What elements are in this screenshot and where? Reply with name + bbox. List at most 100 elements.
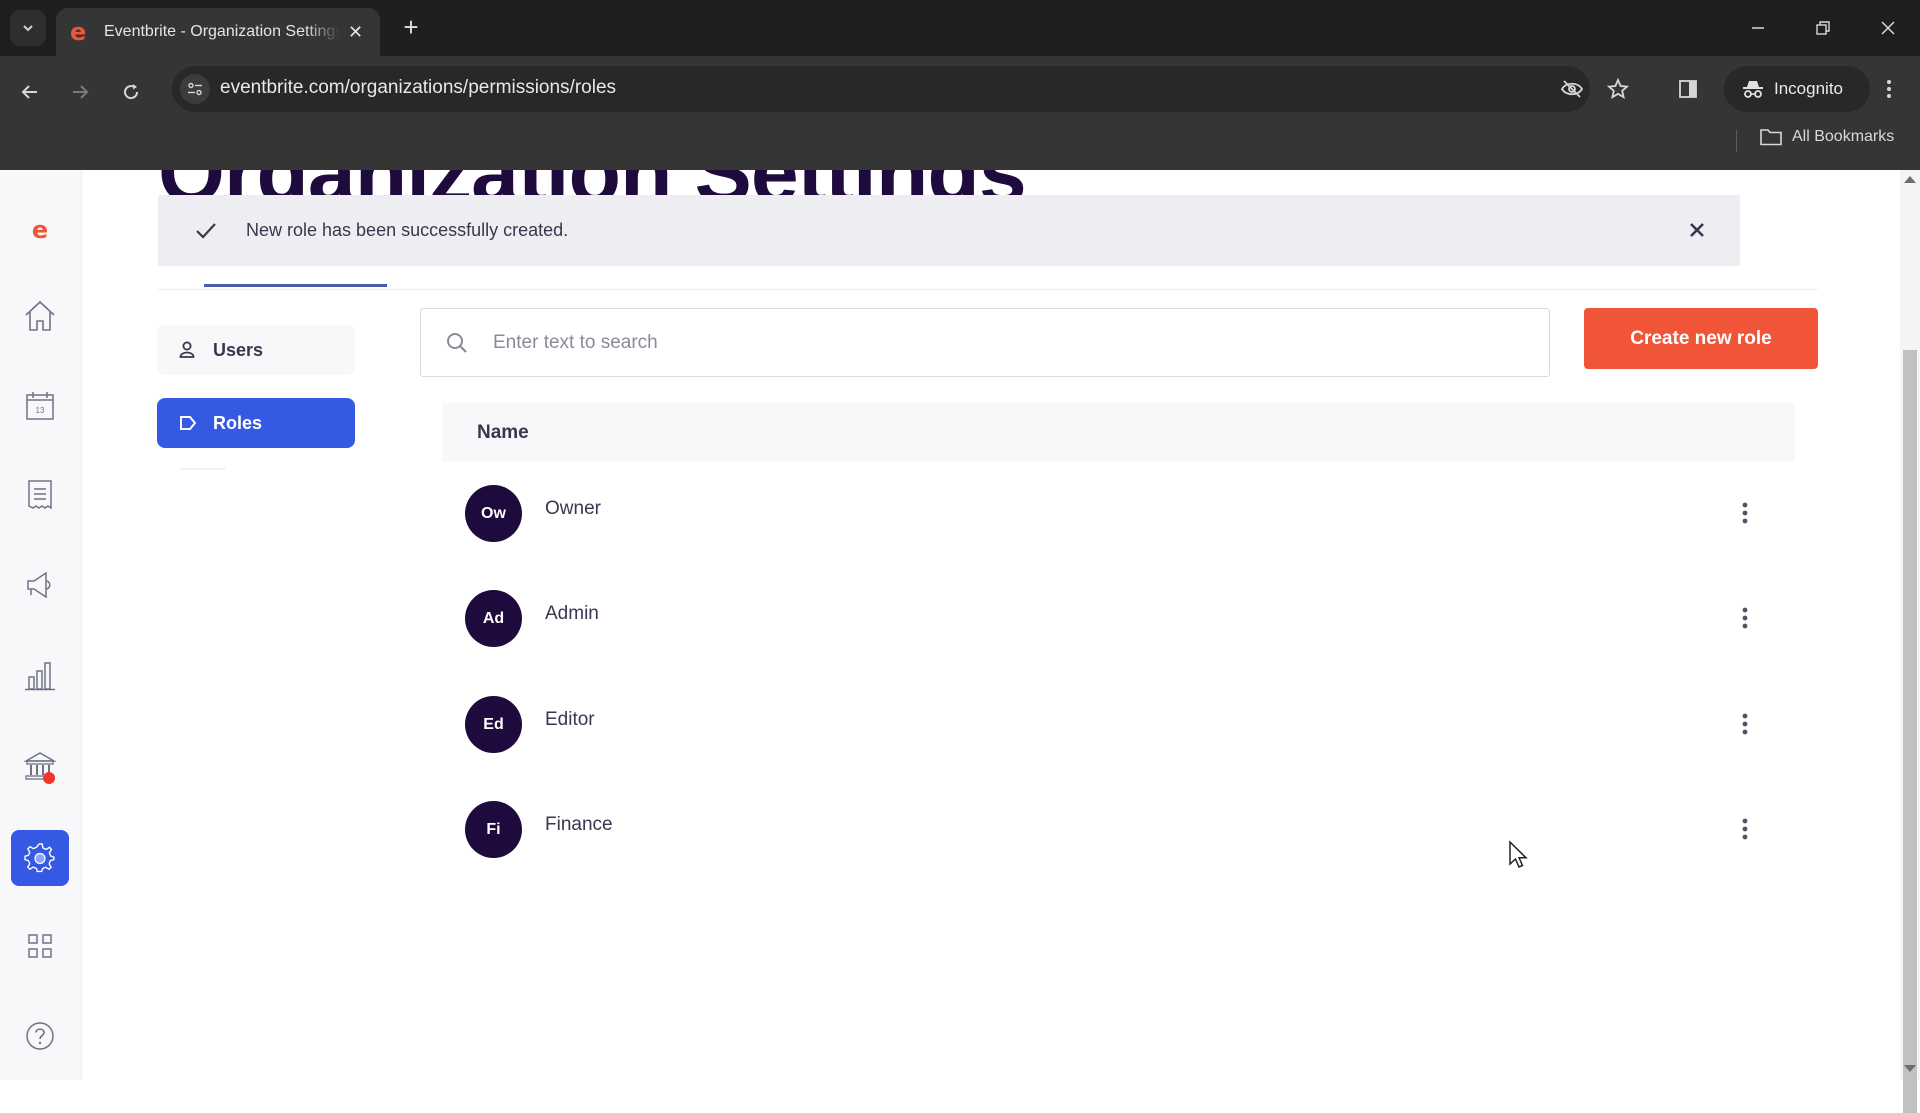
sidebar-item-org-settings[interactable] [11,830,69,886]
subnav-users[interactable]: Users [157,325,355,375]
minimize-icon [1752,27,1764,29]
minimize-window-button[interactable] [1738,12,1778,44]
subnav-roles[interactable]: Roles [157,398,355,448]
create-new-role-button[interactable]: Create new role [1584,308,1818,369]
all-bookmarks-button[interactable]: All Bookmarks [1760,128,1894,146]
scroll-up-arrow-icon[interactable] [1904,176,1916,183]
tag-icon [179,415,197,431]
more-vertical-icon [1887,80,1891,98]
scrollbar-thumb[interactable] [1903,350,1917,1113]
finance-notification-dot [43,772,55,784]
checkmark-icon [194,219,218,243]
tracking-protection-button[interactable] [1556,74,1588,104]
sidebar-item-help[interactable] [11,1008,69,1064]
tab-title: Eventbrite - Organization Settings [104,23,340,40]
more-vertical-icon [1742,607,1748,629]
user-icon [179,341,197,359]
new-tab-button[interactable]: + [396,12,426,42]
search-input[interactable] [493,331,1493,354]
back-button[interactable] [12,74,48,110]
browser-tab-strip: e Eventbrite - Organization Settings ✕ + [0,0,1920,56]
more-vertical-icon [1742,713,1748,735]
grid-icon [28,934,52,958]
calendar-icon: 13 [26,392,54,420]
bookmark-star-button[interactable] [1602,74,1634,104]
browser-tab-active[interactable]: e Eventbrite - Organization Settings ✕ [56,8,380,56]
left-nav: e 13 [0,170,82,1080]
star-icon [1607,78,1629,100]
table-row[interactable]: Ow Owner [442,461,1795,566]
receipt-icon [28,480,52,510]
arrow-left-icon [21,85,37,99]
arrow-right-icon [73,85,89,99]
sidebar-item-marketing[interactable] [11,557,69,613]
more-vertical-icon [1742,818,1748,840]
tune-icon [188,82,202,96]
role-name[interactable]: Finance [545,814,613,836]
megaphone-icon [27,571,51,599]
scroll-down-arrow-icon[interactable] [1904,1065,1916,1072]
restore-icon [1816,21,1830,35]
folder-icon [1760,129,1782,146]
sidebar-item-reports[interactable] [11,648,69,704]
role-avatar: Ad [465,590,522,647]
more-vertical-icon [1742,502,1748,524]
role-actions-button[interactable] [1732,706,1758,742]
sidebar-item-logo[interactable]: e [11,202,69,258]
role-name[interactable]: Owner [545,498,601,520]
subnav-roles-label: Roles [213,412,263,433]
close-icon [1881,21,1895,35]
mouse-cursor-icon [1509,840,1528,868]
search-icon [445,331,471,355]
side-panel-icon [1679,80,1697,98]
incognito-label: Incognito [1774,79,1843,98]
toast-close-button[interactable] [1684,217,1710,243]
restore-window-button[interactable] [1803,12,1843,44]
subnav-divider [180,468,226,470]
eventbrite-favicon-icon: e [70,18,87,46]
forward-button[interactable] [62,74,98,110]
url-text[interactable]: eventbrite.com/organizations/permissions… [220,77,616,99]
tab-search-button[interactable] [10,10,46,46]
table-row[interactable]: Ad Admin [442,566,1795,671]
close-tab-icon[interactable]: ✕ [348,22,363,43]
sidebar-item-finance[interactable] [11,738,69,794]
close-icon [1690,223,1704,237]
role-avatar: Fi [465,801,522,858]
toast-message: New role has been successfully created. [246,220,569,240]
table-row[interactable]: Ed Editor [442,672,1795,777]
incognito-profile-button[interactable]: Incognito [1724,66,1870,112]
active-tab-indicator [204,284,387,287]
sidebar-item-app-marketplace[interactable] [11,918,69,974]
chevron-down-icon [23,25,33,32]
sidebar-item-events[interactable]: 13 [11,378,69,434]
chrome-menu-button[interactable] [1876,74,1902,104]
sidebar-item-home[interactable] [11,288,69,344]
role-name[interactable]: Editor [545,709,595,731]
gear-icon [24,843,55,873]
role-search[interactable] [420,308,1550,377]
role-avatar: Ed [465,696,522,753]
subnav-users-label: Users [213,339,264,360]
table-row[interactable]: Fi Finance [442,777,1795,882]
role-actions-button[interactable] [1732,600,1758,636]
role-actions-button[interactable] [1732,811,1758,847]
incognito-icon [1743,81,1763,98]
sidebar-item-orders[interactable] [11,467,69,523]
help-icon [26,1022,54,1050]
close-window-button[interactable] [1868,12,1908,44]
svg-text:13: 13 [36,406,45,415]
role-actions-button[interactable] [1732,495,1758,531]
bookmarks-divider [1736,130,1737,152]
site-info-button[interactable] [180,74,210,104]
home-icon [25,300,55,331]
page-scrollbar[interactable] [1900,170,1920,1113]
role-name[interactable]: Admin [545,603,599,625]
role-avatar: Ow [465,485,522,542]
table-header-name: Name [442,403,1795,462]
page-content: e 13 New role has been successfully crea… [0,170,1900,1080]
bar-chart-icon [25,662,55,691]
side-panel-button[interactable] [1672,74,1704,104]
all-bookmarks-label: All Bookmarks [1792,128,1895,145]
reload-button[interactable] [113,74,149,110]
